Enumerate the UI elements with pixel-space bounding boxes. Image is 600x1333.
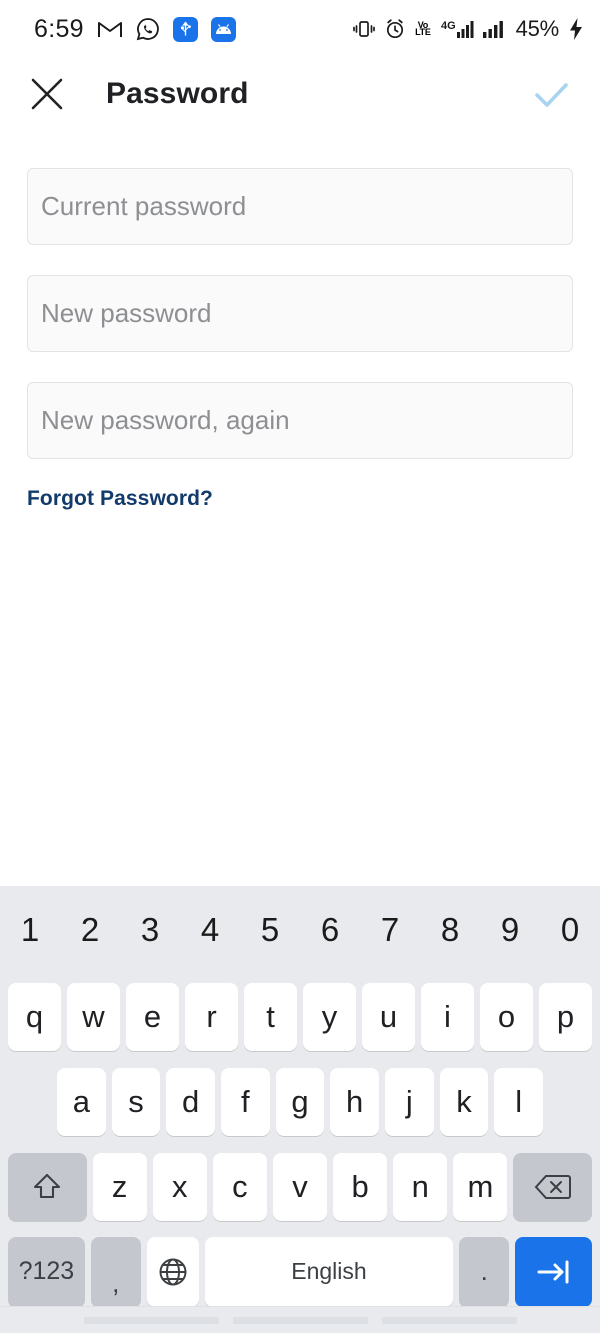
usb-icon xyxy=(172,16,198,42)
volte-icon: Vo LTE xyxy=(415,21,431,37)
enter-next-key[interactable] xyxy=(515,1236,593,1307)
key-5[interactable]: 5 xyxy=(243,896,297,964)
comma-key[interactable]: , xyxy=(90,1236,141,1307)
alarm-icon xyxy=(384,18,406,40)
key-d[interactable]: d xyxy=(166,1067,215,1136)
key-e[interactable]: e xyxy=(126,982,179,1051)
keyboard-row-3: z x c v b n m xyxy=(0,1144,600,1229)
status-clock: 6:59 xyxy=(34,14,84,43)
key-f[interactable]: f xyxy=(221,1067,270,1136)
status-bar: 6:59 Vo LTE 4G 45% xyxy=(0,0,600,58)
page-title: Password xyxy=(106,77,249,110)
key-x[interactable]: x xyxy=(152,1152,207,1221)
key-p[interactable]: p xyxy=(539,982,592,1051)
key-9[interactable]: 9 xyxy=(483,896,537,964)
key-g[interactable]: g xyxy=(275,1067,325,1136)
key-k[interactable]: k xyxy=(439,1067,489,1136)
current-password-field[interactable] xyxy=(27,168,573,245)
nav-recents-hint[interactable] xyxy=(381,1316,517,1324)
key-j[interactable]: j xyxy=(385,1067,434,1136)
shift-arrow-icon xyxy=(34,1173,61,1198)
shift-key[interactable] xyxy=(8,1152,87,1221)
key-o[interactable]: o xyxy=(480,982,533,1051)
backspace-key[interactable] xyxy=(513,1152,592,1221)
close-icon xyxy=(31,78,63,110)
key-l[interactable]: l xyxy=(494,1067,544,1136)
on-screen-keyboard: 1 2 3 4 5 6 7 8 9 0 q w e r t y u i o p … xyxy=(0,886,600,1307)
symbols-key[interactable]: ?123 xyxy=(7,1236,85,1307)
current-password-input[interactable] xyxy=(28,169,572,244)
password-form: Forgot Password? xyxy=(0,160,600,511)
vibrate-icon xyxy=(353,18,375,40)
space-key[interactable]: English xyxy=(204,1236,454,1307)
key-8[interactable]: 8 xyxy=(423,896,477,964)
key-q[interactable]: q xyxy=(8,982,61,1051)
keyboard-row-1: q w e r t y u i o p xyxy=(0,974,600,1059)
app-bar: Password xyxy=(0,58,600,130)
nav-home-hint[interactable] xyxy=(232,1316,368,1324)
key-0[interactable]: 0 xyxy=(543,896,597,964)
signal-4g-icon: 4G xyxy=(440,18,474,40)
key-z[interactable]: z xyxy=(92,1152,147,1221)
android-message-icon xyxy=(210,16,236,42)
key-s[interactable]: s xyxy=(111,1067,161,1136)
key-w[interactable]: w xyxy=(67,982,120,1051)
key-4[interactable]: 4 xyxy=(183,896,237,964)
key-h[interactable]: h xyxy=(330,1067,380,1136)
key-m[interactable]: m xyxy=(453,1152,508,1221)
confirm-password-field[interactable] xyxy=(27,382,573,459)
backspace-icon xyxy=(534,1174,571,1199)
status-bar-left: 6:59 xyxy=(34,15,236,44)
key-r[interactable]: r xyxy=(185,982,238,1051)
new-password-input[interactable] xyxy=(28,276,572,351)
globe-icon xyxy=(159,1258,187,1285)
key-v[interactable]: v xyxy=(272,1152,328,1221)
key-b[interactable]: b xyxy=(333,1152,388,1221)
charging-bolt-icon xyxy=(568,17,584,41)
key-6[interactable]: 6 xyxy=(303,896,357,964)
forgot-password-link[interactable]: Forgot Password? xyxy=(27,487,213,511)
key-3[interactable]: 3 xyxy=(123,896,177,964)
volte-bottom-label: LTE xyxy=(415,27,431,37)
key-y[interactable]: y xyxy=(303,982,356,1051)
keyboard-row-2: a s d f g h j k l xyxy=(0,1059,600,1144)
new-password-field[interactable] xyxy=(27,275,573,352)
confirm-password-input[interactable] xyxy=(28,383,572,458)
svg-text:4G: 4G xyxy=(441,20,456,32)
key-2[interactable]: 2 xyxy=(63,896,117,964)
key-i[interactable]: i xyxy=(421,982,474,1051)
gmail-icon xyxy=(97,19,123,39)
key-1[interactable]: 1 xyxy=(3,896,57,964)
language-globe-key[interactable] xyxy=(146,1236,199,1307)
navigation-bar xyxy=(0,1306,600,1333)
check-icon xyxy=(535,83,568,107)
next-arrow-icon xyxy=(537,1260,569,1283)
key-c[interactable]: c xyxy=(212,1152,267,1221)
key-a[interactable]: a xyxy=(56,1067,106,1136)
nav-back-hint[interactable] xyxy=(83,1316,219,1324)
battery-percent-label: 45% xyxy=(515,16,560,41)
whatsapp-icon xyxy=(136,17,160,41)
key-u[interactable]: u xyxy=(362,982,415,1051)
confirm-button[interactable] xyxy=(520,63,582,125)
signal-bars-icon xyxy=(482,18,507,40)
phone-screen: 6:59 Vo LTE 4G 45% Password Forgot Passw… xyxy=(0,0,600,1333)
key-t[interactable]: t xyxy=(244,982,297,1051)
key-n[interactable]: n xyxy=(393,1152,448,1221)
close-button[interactable] xyxy=(16,63,78,125)
keyboard-number-row: 1 2 3 4 5 6 7 8 9 0 xyxy=(0,886,600,974)
keyboard-row-4: ?123 , English . xyxy=(0,1229,600,1314)
period-key[interactable]: . xyxy=(459,1236,510,1307)
status-bar-right: Vo LTE 4G 45% xyxy=(353,16,584,42)
key-7[interactable]: 7 xyxy=(363,896,417,964)
